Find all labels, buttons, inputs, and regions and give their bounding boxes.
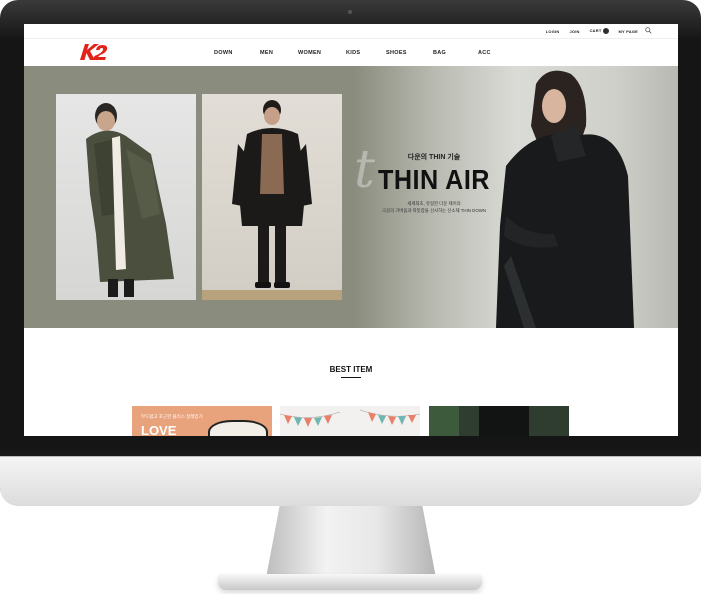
hero-kicker: 다운의 THIN 기술 [407,154,461,161]
nav-item-shoes[interactable]: SHOES [386,50,407,56]
mypage-link[interactable]: MY PAGE [619,29,638,34]
hero-banner[interactable]: t 다운의 THIN 기술 THIN AIR 세계최초, 유일한 다운 제어의 … [24,66,678,328]
utility-bar: LOGIN JOIN CART 0 MY PAGE [24,24,678,38]
hero-title: THIN AIR [378,164,490,195]
monitor-chin [0,456,701,506]
nav-item-men[interactable]: MEN [260,50,273,56]
main-header: DOWN MEN WOMEN KIDS SHOES BAG ACC [24,38,678,66]
dark-jacket-photo [429,406,569,436]
hero-description-line2: 극강의 가벼움과 따뜻함을 선사하는 신소재 THIN DOWN [381,208,487,213]
monitor-stand-base [218,574,482,590]
cart-link[interactable]: CART 0 [590,28,609,34]
wooden-floor [202,290,342,300]
best-item-card-3[interactable] [429,406,569,436]
best-item-underline [341,377,361,378]
imac-mockup: LOGIN JOIN CART 0 MY PAGE DOWN MEN WOMEN … [0,0,701,594]
card1-headline: LOVE [141,423,177,436]
nav-item-down[interactable]: DOWN [214,50,233,56]
nav-item-kids[interactable]: KIDS [346,50,360,56]
login-link[interactable]: LOGIN [546,29,560,34]
bunting-decoration [280,409,420,427]
best-item-card-1[interactable]: 부드럽고 포근한 플리스 끌레입기 LOVE [132,406,272,436]
k2-logo[interactable] [78,41,110,63]
website-screen: LOGIN JOIN CART 0 MY PAGE DOWN MEN WOMEN … [24,24,678,436]
cart-label: CART [589,28,602,33]
hero-photo-man-coat [202,94,342,300]
search-icon[interactable] [645,27,652,34]
man-parka-illustration [86,103,174,297]
hero-photo-man-parka [56,94,196,300]
bag-illustration [208,420,268,436]
hero-description-line1: 세계최초, 유일한 다운 제어의 [407,201,461,206]
monitor-stand-neck [266,506,436,578]
card1-caption: 부드럽고 포근한 플리스 끌레입기 [141,414,203,419]
nav-item-bag[interactable]: BAG [433,50,446,56]
camera-icon [348,10,352,14]
best-item-card-2[interactable] [280,406,420,436]
nav-item-women[interactable]: WOMEN [298,50,321,56]
hero-copy: 다운의 THIN 기술 THIN AIR 세계최초, 유일한 다운 제어의 극강… [364,152,504,214]
best-item-heading: BEST ITEM [329,365,373,374]
nav-item-acc[interactable]: ACC [478,50,491,56]
join-link[interactable]: JOIN [569,29,579,34]
cart-count-badge: 0 [602,28,609,34]
man-coat-illustration [232,100,312,288]
